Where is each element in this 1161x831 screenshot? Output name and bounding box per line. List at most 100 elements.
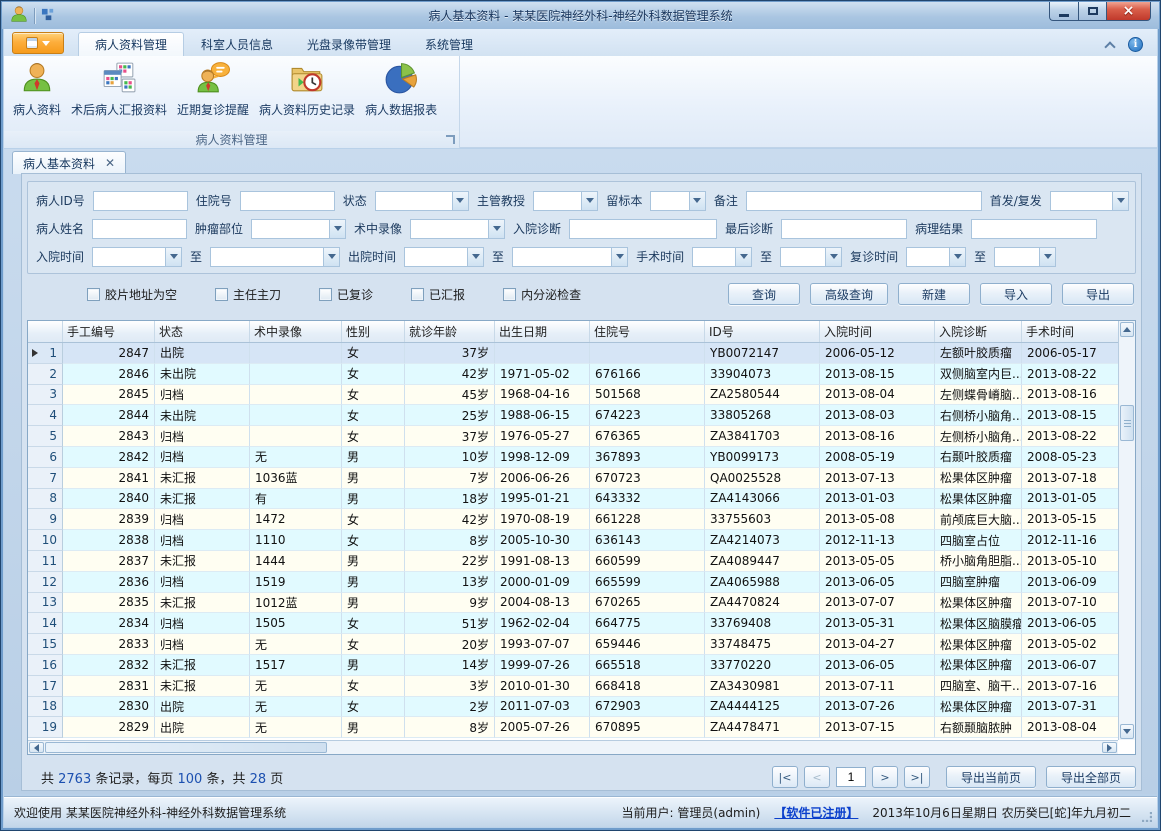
ribbon-tab-disc-video-management[interactable]: 光盘录像带管理 [290, 32, 408, 56]
ribbon-tab-system-management[interactable]: 系统管理 [408, 32, 490, 56]
table-row[interactable]: 112837未汇报1444男22岁1991-08-13660599ZA40894… [28, 551, 1118, 572]
scroll-right-icon[interactable] [1102, 742, 1117, 753]
column-header[interactable]: ID号 [705, 321, 820, 342]
export-all-pages-button[interactable]: 导出全部页 [1046, 766, 1136, 788]
table-row[interactable]: 22846未出院女42岁1971-05-02676166339040732013… [28, 364, 1118, 385]
checkbox-revisited[interactable]: 已复诊 [319, 286, 373, 303]
chief-professor-combo[interactable] [533, 191, 598, 211]
last-page-button[interactable]: >| [904, 766, 930, 788]
checkbox-endocrine-exam[interactable]: 内分泌检查 [503, 286, 581, 303]
scroll-up-icon[interactable] [1120, 322, 1134, 337]
table-row[interactable]: 42844未出院女25岁1988-06-15674223338052682013… [28, 405, 1118, 426]
table-row[interactable]: 152833归档无女20岁1993-07-0765944633748475201… [28, 634, 1118, 655]
surgery-video-combo[interactable] [410, 219, 505, 239]
registered-link[interactable]: 【软件已注册】 [774, 804, 858, 821]
table-row[interactable]: 172831未汇报无女3岁2010-01-30668418ZA343098120… [28, 676, 1118, 697]
pathology-result-input[interactable] [971, 219, 1097, 239]
surgery-time-to-combo[interactable] [780, 247, 842, 267]
combo-dropdown-button[interactable] [825, 248, 841, 266]
combo-dropdown-button[interactable] [689, 192, 705, 210]
import-button[interactable]: 导入 [980, 283, 1052, 305]
help-icon[interactable]: i [1128, 37, 1143, 52]
document-tab[interactable]: 病人基本资料 ✕ [12, 151, 126, 174]
resize-grip[interactable] [1142, 812, 1152, 822]
dialog-launcher-icon[interactable] [446, 135, 455, 144]
column-header[interactable]: 住院号 [590, 321, 705, 342]
column-header[interactable]: 手工编号 [63, 321, 155, 342]
admission-time-to-combo[interactable] [210, 247, 340, 267]
remark-input[interactable] [746, 191, 982, 211]
table-row[interactable]: 132835未汇报1012蓝男9岁2004-08-13670265ZA44708… [28, 593, 1118, 614]
minimize-button[interactable] [1049, 2, 1078, 21]
ribbon-button-patient-records[interactable]: 病人资料 [8, 59, 66, 129]
table-row[interactable]: 192829出院无男8岁2005-07-26670895ZA4478471201… [28, 717, 1118, 738]
revisit-time-from-combo[interactable] [906, 247, 966, 267]
column-header[interactable]: 术中录像 [250, 321, 342, 342]
column-header[interactable]: 入院诊断 [935, 321, 1022, 342]
combo-dropdown-button[interactable] [735, 248, 751, 266]
first-or-relapse-combo[interactable] [1050, 191, 1129, 211]
final-diagnosis-input[interactable] [781, 219, 907, 239]
combo-dropdown-button[interactable] [949, 248, 965, 266]
table-row[interactable]: 122836归档1519男13岁2000-01-09665599ZA406598… [28, 572, 1118, 593]
column-header[interactable]: 手术时间 [1022, 321, 1118, 342]
column-header[interactable]: 入院时间 [820, 321, 935, 342]
status-combo[interactable] [375, 191, 469, 211]
table-row[interactable]: 32845归档女45岁1968-04-16501568ZA25805442013… [28, 385, 1118, 406]
column-header[interactable]: 就诊年龄 [405, 321, 495, 342]
table-row[interactable]: 12847出院女37岁YB00721472006-05-12左额叶胶质瘤2006… [28, 343, 1118, 364]
scroll-left-icon[interactable] [29, 742, 44, 753]
collapse-ribbon-icon[interactable] [1104, 41, 1115, 52]
table-row[interactable]: 62842归档无男10岁1998-12-09367893YB0099173200… [28, 447, 1118, 468]
table-row[interactable]: 162832未汇报1517男14岁1999-07-266655183377022… [28, 655, 1118, 676]
checkbox-reported[interactable]: 已汇报 [411, 286, 465, 303]
patient-id-input[interactable] [93, 191, 188, 211]
tumor-site-combo[interactable] [251, 219, 346, 239]
combo-dropdown-button[interactable] [581, 192, 597, 210]
table-row[interactable]: 102838归档1110女8岁2005-10-30636143ZA4214073… [28, 530, 1118, 551]
vertical-scrollbar[interactable] [1118, 321, 1135, 740]
advanced-query-button[interactable]: 高级查询 [810, 283, 888, 305]
ribbon-button-data-reports[interactable]: 病人数据报表 [360, 59, 442, 129]
discharge-time-to-combo[interactable] [512, 247, 628, 267]
discharge-time-from-combo[interactable] [404, 247, 484, 267]
admission-time-from-combo[interactable] [92, 247, 182, 267]
ribbon-button-revisit-reminder[interactable]: 近期复诊提醒 [172, 59, 254, 129]
vscroll-thumb[interactable] [1120, 405, 1134, 441]
table-row[interactable]: 52843归档女37岁1976-05-27676365ZA38417032013… [28, 426, 1118, 447]
tab-close-icon[interactable]: ✕ [105, 157, 115, 169]
page-input[interactable] [836, 767, 866, 787]
query-button[interactable]: 查询 [728, 283, 800, 305]
table-row[interactable]: 72841未汇报1036蓝男7岁2006-06-26670723QA002552… [28, 468, 1118, 489]
combo-dropdown-button[interactable] [1039, 248, 1055, 266]
table-row[interactable]: 92839归档1472女42岁1970-08-19661228337556032… [28, 509, 1118, 530]
export-button[interactable]: 导出 [1062, 283, 1134, 305]
horizontal-scrollbar[interactable] [28, 740, 1118, 754]
checkbox-film-address-empty[interactable]: 胶片地址为空 [87, 286, 177, 303]
table-row[interactable]: 142834归档1505女51岁1962-02-0466477533769408… [28, 613, 1118, 634]
export-current-page-button[interactable]: 导出当前页 [946, 766, 1036, 788]
column-header[interactable]: 状态 [155, 321, 250, 342]
row-indicator-header[interactable] [28, 321, 63, 342]
app-menu-button[interactable] [12, 32, 64, 54]
combo-dropdown-button[interactable] [452, 192, 468, 210]
hscroll-thumb[interactable] [45, 742, 327, 753]
ribbon-tab-patient-data-management[interactable]: 病人资料管理 [78, 32, 184, 56]
combo-dropdown-button[interactable] [611, 248, 627, 266]
close-button[interactable]: × [1106, 2, 1151, 21]
checkbox-chief-surgeon[interactable]: 主任主刀 [215, 286, 281, 303]
quick-access-icon[interactable] [41, 7, 56, 25]
ribbon-button-history-records[interactable]: 病人资料历史记录 [254, 59, 360, 129]
combo-dropdown-button[interactable] [1112, 192, 1128, 210]
ribbon-tab-department-staff-info[interactable]: 科室人员信息 [184, 32, 290, 56]
prev-page-button[interactable]: < [804, 766, 830, 788]
combo-dropdown-button[interactable] [323, 248, 339, 266]
maximize-button[interactable] [1078, 2, 1106, 21]
combo-dropdown-button[interactable] [467, 248, 483, 266]
new-button[interactable]: 新建 [898, 283, 970, 305]
scroll-down-icon[interactable] [1120, 724, 1134, 739]
admission-no-input[interactable] [240, 191, 335, 211]
ribbon-button-postop-report[interactable]: 术后病人汇报资料 [66, 59, 172, 129]
table-row[interactable]: 182830出院无女2岁2011-07-03672903ZA4444125201… [28, 697, 1118, 718]
admission-diagnosis-input[interactable] [569, 219, 717, 239]
